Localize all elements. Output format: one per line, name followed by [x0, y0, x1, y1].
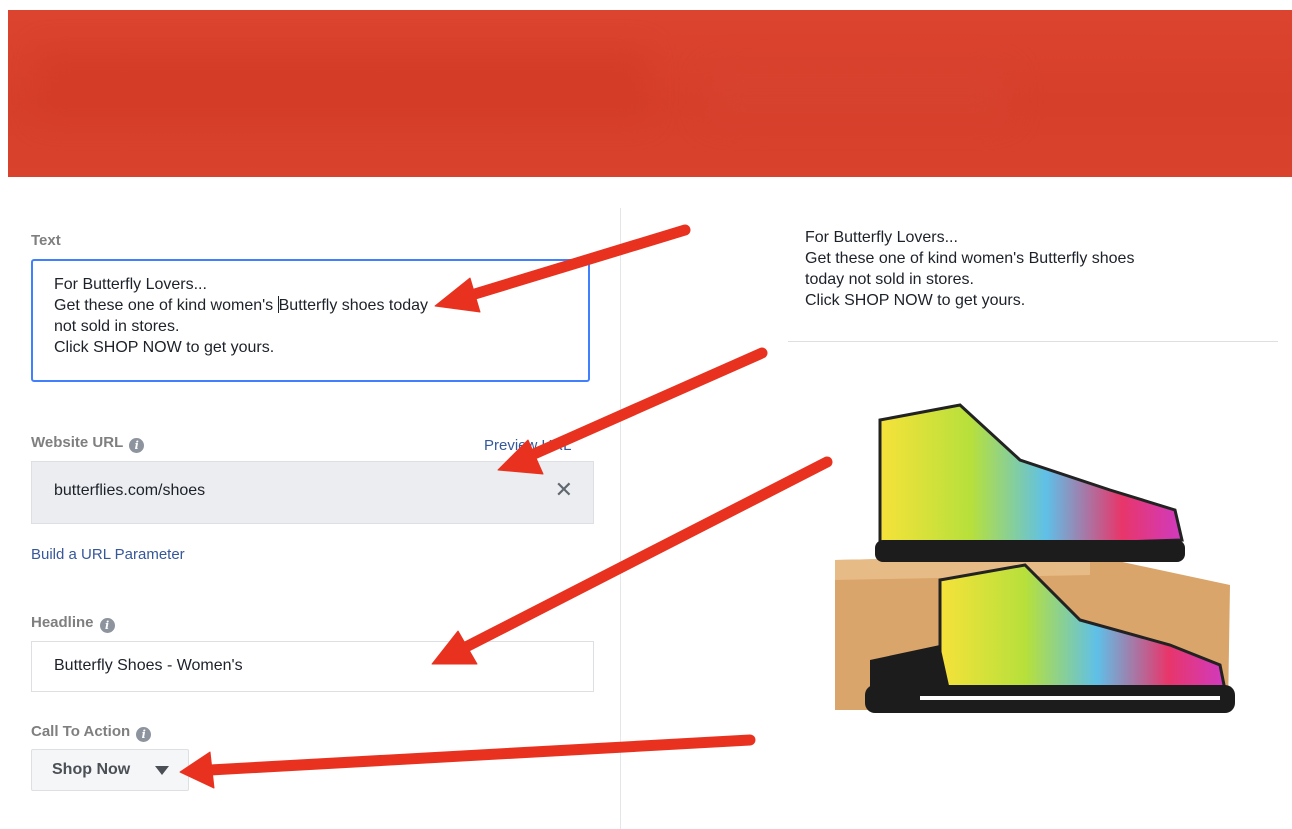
info-icon[interactable]: i: [129, 438, 145, 453]
text-input[interactable]: For Butterfly Lovers... Get these one of…: [31, 259, 590, 382]
info-icon[interactable]: i: [136, 727, 152, 742]
cta-label: Call To Action: [31, 723, 131, 740]
banner-blur: [38, 50, 648, 120]
text-line-1: For Butterfly Lovers...: [54, 276, 207, 293]
headline-label: Headline: [31, 614, 94, 631]
text-line-2: Get these one of kind women's Butterfly …: [54, 295, 567, 316]
preview-divider: [788, 341, 1278, 342]
info-icon[interactable]: i: [99, 618, 115, 633]
product-image: [835, 403, 1235, 713]
preview-line-4: Click SHOP NOW to get yours.: [805, 292, 1026, 309]
preview-line-3: today not sold in stores.: [805, 271, 974, 288]
website-url-label-group: Website URL i: [31, 434, 145, 453]
preview-line-2: Get these one of kind women's Butterfly …: [805, 250, 1135, 267]
headline-input[interactable]: Butterfly Shoes - Women's: [31, 641, 594, 692]
cta-label-group: Call To Action i: [31, 723, 152, 742]
build-url-parameter-link[interactable]: Build a URL Parameter: [31, 546, 185, 563]
text-line-2b: Butterfly shoes today: [278, 297, 429, 314]
column-divider: [620, 208, 621, 829]
website-url-input[interactable]: butterflies.com/shoes ✕: [31, 461, 594, 524]
top-shoe-sole: [875, 540, 1185, 562]
top-banner: [8, 10, 1292, 177]
close-icon[interactable]: ✕: [555, 478, 573, 503]
website-url-label: Website URL: [31, 434, 124, 451]
cta-value: Shop Now: [52, 761, 131, 778]
banner-blur: [708, 70, 1008, 120]
caret-down-icon: [155, 766, 169, 775]
arrow-to-cta: [204, 734, 756, 776]
preview-url-link[interactable]: Preview URL: [484, 437, 572, 454]
headline-value: Butterfly Shoes - Women's: [54, 657, 243, 674]
call-to-action-dropdown[interactable]: Shop Now: [31, 749, 189, 791]
text-line-4: Click SHOP NOW to get yours.: [54, 339, 275, 356]
preview-line-1: For Butterfly Lovers...: [805, 229, 958, 246]
ad-preview-text: For Butterfly Lovers... Get these one of…: [805, 227, 1134, 311]
top-shoe: [878, 403, 1184, 552]
website-url-value: butterflies.com/shoes: [54, 482, 206, 499]
headline-label-group: Headline i: [31, 614, 115, 633]
sole-stripe: [920, 696, 1220, 700]
text-line-3: not sold in stores.: [54, 318, 180, 335]
text-line-2a: Get these one of kind women's: [54, 297, 278, 314]
text-label: Text: [31, 232, 61, 249]
